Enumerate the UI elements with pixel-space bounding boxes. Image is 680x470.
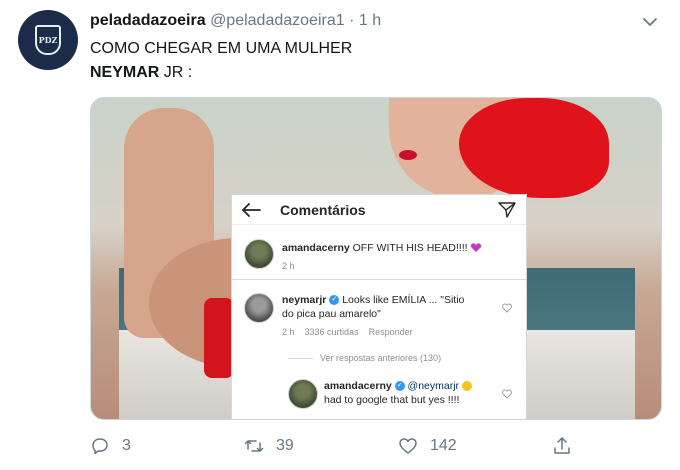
- display-name[interactable]: peladadazoeira: [90, 12, 206, 29]
- comment-avatar-amandacerny: [244, 239, 274, 269]
- purple-heart-icon: [471, 243, 482, 253]
- comment-avatar-neymarjr: [244, 293, 274, 323]
- separator-dot: ·: [349, 12, 355, 29]
- share-button[interactable]: [552, 436, 584, 456]
- chevron-down-icon[interactable]: [640, 12, 660, 32]
- comment-2-body-line2: do pica pau amarelo": [282, 308, 381, 320]
- tweet-time[interactable]: 1 h: [359, 12, 381, 29]
- comment-1-time: 2 h: [282, 261, 295, 271]
- tweet-actions: 3 39 142: [0, 436, 680, 464]
- reply-text: amandacerny ✓ @neymarjr had to google th…: [324, 379, 472, 407]
- comment-1-text: amandacerny OFF WITH HIS HEAD!!!!: [282, 241, 482, 255]
- heart-icon: [399, 438, 417, 454]
- reply-icon: [92, 438, 108, 455]
- verified-icon: ✓: [329, 295, 340, 306]
- retweet-button[interactable]: 39: [244, 436, 294, 456]
- laughing-emoji-icon: [461, 381, 472, 392]
- tweet-media[interactable]: Comentários amandacerny OFF WITH HIS HEA…: [90, 97, 662, 420]
- like-count: 142: [430, 437, 457, 454]
- comment-2-meta: 2 h 3336 curtidas Responder: [282, 327, 413, 337]
- reply-username: amandacerny: [324, 380, 392, 392]
- comment-2-time: 2 h: [282, 327, 295, 337]
- back-arrow-icon: [242, 203, 261, 217]
- photo-bikini: [204, 298, 234, 378]
- reply-button[interactable]: 3: [90, 436, 131, 456]
- comment-2-username: neymarjr: [282, 294, 327, 306]
- like-button[interactable]: 142: [398, 436, 457, 456]
- view-previous-replies: Ver respostas anteriores (130): [320, 353, 442, 363]
- comment-2-reply: Responder: [368, 327, 413, 337]
- tweet-text-bold: NEYMAR: [90, 64, 160, 81]
- heart-outline-icon: [502, 303, 512, 313]
- tweet-text-line1: COMO CHEGAR EM UMA MULHER: [90, 40, 353, 57]
- comment-2-body-line1: Looks like EMÍLIA ... "Sitio: [339, 294, 465, 306]
- reply-body: had to google that but yes !!!!: [324, 394, 460, 406]
- tweet: PDZ peladadazoeira @peladadazoeira1 · 1 …: [0, 0, 680, 470]
- tweet-text-line2: NEYMAR JR :: [90, 64, 192, 82]
- reply-mention: @neymarjr: [404, 380, 462, 392]
- send-icon: [498, 202, 516, 218]
- comment-2-text: neymarjr ✓ Looks like EMÍLIA ... "Sitio …: [282, 293, 464, 321]
- comment-1-username: amandacerny: [282, 242, 350, 254]
- heart-outline-icon: [502, 389, 512, 399]
- photo-lips: [399, 150, 417, 160]
- verified-icon: ✓: [394, 381, 405, 392]
- comment-2-likes: 3336 curtidas: [304, 327, 359, 337]
- avatar[interactable]: PDZ: [18, 10, 78, 70]
- avatar-logo: PDZ: [35, 25, 61, 55]
- share-icon: [554, 437, 570, 454]
- retweet-count: 39: [276, 437, 294, 454]
- comment-1-body: OFF WITH HIS HEAD!!!!: [352, 242, 471, 254]
- user-handle[interactable]: @peladadazoeira1: [210, 12, 345, 29]
- view-previous-line: [288, 358, 314, 359]
- comments-header: Comentários: [232, 195, 526, 225]
- retweet-icon: [244, 440, 264, 452]
- comment-divider: [232, 279, 526, 280]
- instagram-comments-overlay: Comentários amandacerny OFF WITH HIS HEA…: [231, 194, 527, 419]
- tweet-header: peladadazoeira @peladadazoeira1 · 1 h: [90, 12, 381, 30]
- reply-count: 3: [122, 437, 131, 454]
- tweet-text-rest: JR :: [159, 64, 193, 81]
- reply-avatar-amandacerny: [288, 379, 318, 409]
- comments-title: Comentários: [280, 202, 366, 218]
